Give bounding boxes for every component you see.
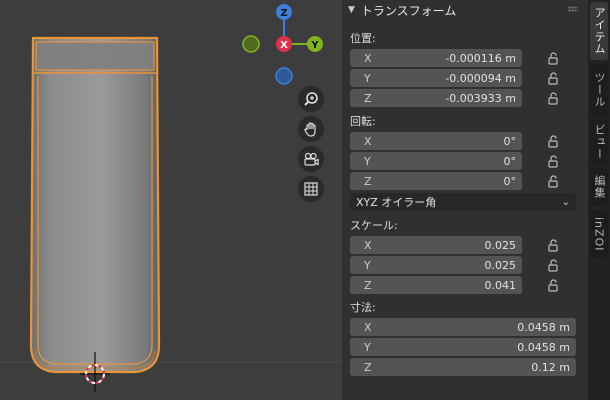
lock-open-icon[interactable] [546,71,560,85]
3d-viewport[interactable]: Z X Y [0,0,342,400]
location-x-field[interactable]: X -0.000116 m [350,49,522,67]
chevron-down-icon: ⌄ [561,196,570,208]
transform-panel-header[interactable]: ▼ トランスフォーム [348,2,456,18]
gizmo-z-label: Z [280,8,287,19]
ortho-toggle-button[interactable] [298,176,324,202]
dimensions-label: 寸法: [350,301,376,314]
tab-view[interactable]: ビュー [590,120,608,164]
selected-cup-object [29,36,161,374]
hand-icon [304,122,316,137]
tab-edit[interactable]: 編集 [590,168,608,206]
lock-open-icon[interactable] [546,91,560,105]
lock-open-icon[interactable] [546,278,560,292]
scale-y-field[interactable]: Y 0.025 [350,256,522,274]
sidebar-tabs: アイテム ツール ビュー 編集 inZOI [588,0,610,400]
scale-label: スケール: [350,219,398,232]
location-label: 位置: [350,32,376,45]
gizmo-x-label: X [280,40,288,51]
rotation-label: 回転: [350,115,376,128]
rotation-z-field[interactable]: Z 0° [350,172,522,190]
location-y-field[interactable]: Y -0.000094 m [350,69,522,87]
lock-open-icon[interactable] [546,174,560,188]
lock-open-icon[interactable] [546,134,560,148]
tab-inzoi[interactable]: inZOI [590,210,608,258]
navigation-gizmo[interactable]: Z X Y [238,0,328,90]
rotation-x-field[interactable]: X 0° [350,132,522,150]
transform-title: トランスフォーム [360,3,457,18]
lock-open-icon[interactable] [546,238,560,252]
rotation-y-field[interactable]: Y 0° [350,152,522,170]
tab-tool[interactable]: ツール [590,64,608,116]
camera-icon [304,152,319,166]
location-z-field[interactable]: Z -0.003933 m [350,89,522,107]
pan-button[interactable] [298,116,324,142]
dimensions-y-field[interactable]: Y 0.0458 m [350,338,576,356]
dimensions-z-field[interactable]: Z 0.12 m [350,358,576,376]
lock-open-icon[interactable] [546,51,560,65]
gizmo-neg-y-ball [242,35,260,53]
rotation-mode-dropdown[interactable]: XYZ オイラー角 ⌄ [350,193,576,211]
scale-x-field[interactable]: X 0.025 [350,236,522,254]
lock-open-icon[interactable] [546,154,560,168]
drag-handle-icon[interactable] [568,6,578,12]
gizmo-y-label: Y [310,40,319,51]
sidebar-panel: ▼ トランスフォーム 位置: X -0.000116 m Y -0.000094 m… [342,0,588,400]
magnifier-icon [304,92,318,106]
tab-item[interactable]: アイテム [590,2,608,60]
lock-open-icon[interactable] [546,258,560,272]
zoom-button[interactable] [298,86,324,112]
camera-view-button[interactable] [298,146,324,172]
dimensions-x-field[interactable]: X 0.0458 m [350,318,576,336]
grid-icon [304,182,318,196]
gizmo-neg-z-ball [275,67,293,85]
chevron-down-icon: ▼ [348,5,355,15]
scale-z-field[interactable]: Z 0.041 [350,276,522,294]
